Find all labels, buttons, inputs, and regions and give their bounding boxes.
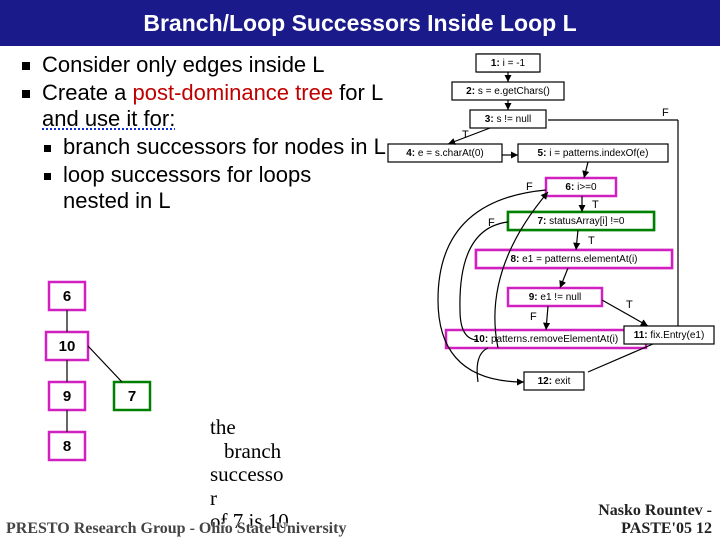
svg-text:T: T [626,299,633,311]
bullet-text: Consider only edges inside L [42,52,325,78]
slide-title: Branch/Loop Successors Inside Loop L [0,0,720,46]
svg-text:T: T [588,235,595,247]
bullet-text: loop successors for loops nested in L [63,162,323,214]
svg-text:6: i>=0: 6: i>=0 [565,182,597,193]
svg-text:2: s = e.getChars(): 2: s = e.getChars() [466,86,550,97]
bullet-icon [22,62,30,70]
svg-text:5: i = patterns.indexOf(e): 5: i = patterns.indexOf(e) [538,148,649,159]
footer-left: PRESTO Research Group - Ohio State Unive… [6,520,346,538]
svg-text:7: statusArray[i] !=0: 7: statusArray[i] !=0 [538,216,625,227]
svg-text:8: 8 [63,438,71,455]
bullet-icon [44,145,51,152]
svg-text:F: F [526,181,533,193]
bullet-icon [44,173,51,180]
svg-text:9: 9 [63,388,71,405]
footer-right: Nasko Rountev -PASTE'05 12 [598,502,712,538]
svg-text:9: e1 != null: 9: e1 != null [529,292,582,303]
bullet-text: branch successors for nodes in L [63,134,386,160]
svg-text:1: i = -1: 1: i = -1 [491,58,526,69]
svg-text:T: T [592,199,599,211]
svg-text:4: e = s.charAt(0): 4: e = s.charAt(0) [406,148,484,159]
svg-text:6: 6 [63,288,71,305]
post-dominance-tree: 6 10 9 8 7 [34,274,174,504]
bullet-text: Create a post-dominance tree for L and u… [42,80,407,132]
svg-text:3: s != null: 3: s != null [485,114,531,125]
slide-body: Consider only edges inside L Create a po… [0,46,720,510]
control-flow-graph: 1: i = -1 1: i = -1 1: i = -1 2: s = e.g… [378,50,716,510]
svg-text:F: F [662,107,669,119]
svg-text:T: T [462,129,469,141]
bullet-icon [22,90,30,98]
svg-text:10: 10 [59,338,76,355]
svg-text:7: 7 [128,388,136,405]
svg-text:12: exit: 12: exit [538,376,571,387]
svg-text:F: F [530,311,537,323]
svg-text:11: fix.Entry(e1): 11: fix.Entry(e1) [634,330,705,341]
highlight-red: post-dominance tree [133,80,334,105]
svg-text:8: e1 = patterns.elementAt(i): 8: e1 = patterns.elementAt(i) [510,254,637,265]
svg-text:F: F [488,217,495,229]
slide-footer: PRESTO Research Group - Ohio State Unive… [0,508,720,540]
